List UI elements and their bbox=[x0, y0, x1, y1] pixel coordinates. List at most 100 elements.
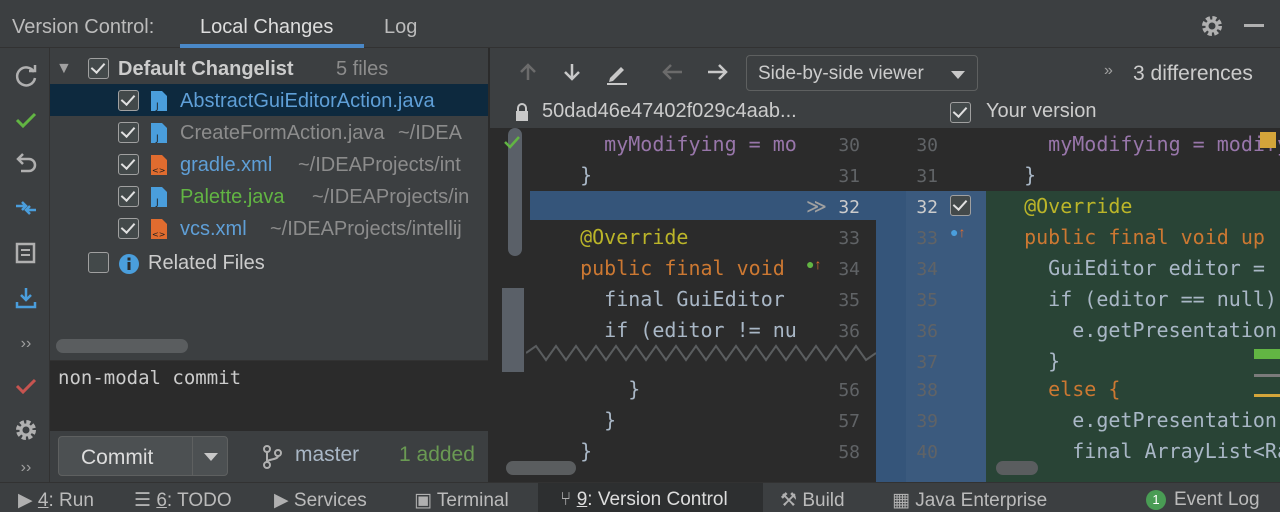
related-files-checkbox[interactable] bbox=[88, 252, 109, 273]
line-number: 57 bbox=[838, 411, 860, 432]
file-checkbox[interactable] bbox=[118, 90, 139, 111]
line-number: 35 bbox=[838, 290, 860, 311]
tab-log[interactable]: Log bbox=[384, 16, 417, 39]
code-line: final GuiEditor bbox=[556, 287, 797, 311]
refresh-icon[interactable] bbox=[12, 62, 40, 90]
java-file-icon: J bbox=[151, 187, 167, 208]
file-name: gradle.xml bbox=[180, 154, 273, 176]
file-path: ~/IDEA bbox=[398, 122, 462, 144]
services-icon: ▶ bbox=[274, 490, 289, 511]
changelist-name: Default Changelist bbox=[118, 58, 294, 80]
line-number: 31 bbox=[916, 166, 938, 187]
file-name: Palette.java bbox=[180, 186, 285, 208]
update-icon[interactable] bbox=[12, 284, 40, 312]
java-file-icon: J bbox=[151, 123, 167, 144]
commit-message-icon[interactable] bbox=[12, 240, 40, 268]
tab-local-changes[interactable]: Local Changes bbox=[200, 16, 333, 39]
file-row[interactable]: <> vcs.xml ~/IDEAProjects/intellij bbox=[50, 212, 488, 244]
tool-terminal[interactable]: ▣ Terminal bbox=[414, 489, 509, 512]
fold-separator bbox=[526, 344, 876, 362]
arrow-down-icon[interactable] bbox=[560, 60, 584, 84]
tool-version-control[interactable]: ⑂ 9: Version Control bbox=[560, 489, 728, 511]
more-icon[interactable]: ›› bbox=[12, 454, 40, 482]
terminal-icon: ▣ bbox=[414, 490, 432, 511]
tool-build[interactable]: ⚒ Build bbox=[780, 489, 845, 512]
branch-icon: ⑂ bbox=[560, 489, 572, 510]
code-line: if (editor == null) bbox=[1000, 287, 1280, 311]
diff-arrows-icon[interactable] bbox=[12, 194, 40, 222]
changelist-checkbox[interactable] bbox=[88, 58, 109, 79]
tree-horizontal-scrollbar[interactable] bbox=[56, 339, 188, 353]
file-checkbox[interactable] bbox=[118, 154, 139, 175]
tool-todo[interactable]: ☰ 6: TODO bbox=[134, 489, 232, 512]
code-line: @Override bbox=[1000, 194, 1133, 218]
more-icon[interactable]: ›› bbox=[12, 330, 40, 358]
code-line: public final void up bbox=[1000, 225, 1265, 249]
viewer-mode-label: Side-by-side viewer bbox=[758, 63, 924, 84]
right-horizontal-scrollbar[interactable] bbox=[996, 461, 1038, 475]
code-line: GuiEditor editor = bbox=[1000, 256, 1277, 280]
file-row[interactable]: <> gradle.xml ~/IDEAProjects/int bbox=[50, 148, 488, 180]
event-log-badge: 1 bbox=[1146, 490, 1166, 510]
java-file-icon: J bbox=[151, 91, 167, 112]
svg-text:<>: <> bbox=[152, 230, 165, 239]
warning-marker[interactable] bbox=[1260, 132, 1276, 148]
tool-window-bar: ▶ 4: Run ☰ 6: TODO ▶ Services ▣ Terminal… bbox=[0, 482, 1280, 512]
branch-name[interactable]: master bbox=[295, 443, 359, 467]
commit-message-input[interactable]: non-modal commit bbox=[50, 361, 488, 431]
line-number: 38 bbox=[916, 380, 938, 401]
gear-icon[interactable] bbox=[12, 416, 40, 444]
xml-file-icon: <> bbox=[151, 155, 167, 175]
check-icon[interactable] bbox=[12, 106, 40, 134]
code-line: } bbox=[556, 377, 641, 401]
line-number: 32 bbox=[916, 197, 938, 218]
related-files-row[interactable]: Related Files bbox=[50, 246, 488, 278]
tool-run[interactable]: ▶ 4: Run bbox=[18, 489, 94, 512]
file-name: CreateFormAction.java bbox=[180, 122, 385, 144]
gear-icon[interactable] bbox=[1199, 13, 1225, 39]
viewer-mode-select[interactable]: Side-by-side viewer bbox=[746, 55, 978, 91]
code-line: } bbox=[556, 163, 593, 187]
svg-text:<>: <> bbox=[152, 166, 165, 175]
expand-triangle-icon[interactable]: ▼ bbox=[56, 60, 72, 78]
file-checkbox[interactable] bbox=[118, 186, 139, 207]
line-number: 40 bbox=[916, 442, 938, 463]
line-number: 35 bbox=[916, 290, 938, 311]
commit-button[interactable]: Commit bbox=[58, 436, 228, 476]
changelist-row[interactable]: ▼ Default Changelist 5 files bbox=[50, 52, 488, 84]
include-change-checkbox[interactable] bbox=[950, 195, 971, 216]
code-line: if (editor != nu bbox=[556, 318, 797, 342]
edit-icon[interactable] bbox=[604, 60, 630, 86]
left-horizontal-scrollbar[interactable] bbox=[506, 461, 576, 475]
commit-dropdown-icon[interactable] bbox=[192, 437, 228, 475]
rollback-icon[interactable] bbox=[12, 150, 40, 178]
expand-icon[interactable]: » bbox=[1104, 62, 1113, 80]
svg-text:J: J bbox=[155, 102, 159, 112]
file-path: ~/IDEAProjects/int bbox=[298, 154, 461, 176]
file-row[interactable]: J CreateFormAction.java ~/IDEA bbox=[50, 116, 488, 148]
tool-window-title: Version Control: bbox=[12, 16, 155, 38]
info-icon bbox=[119, 254, 139, 274]
file-row[interactable]: J AbstractGuiEditorAction.java bbox=[50, 84, 488, 116]
tool-services[interactable]: ▶ Services bbox=[274, 489, 367, 512]
run-icon: ▶ bbox=[18, 490, 33, 511]
branch-icon bbox=[263, 445, 282, 469]
tool-window-header: Version Control: Local Changes Log bbox=[0, 0, 1280, 48]
minimize-icon[interactable] bbox=[1244, 24, 1264, 27]
arrow-up-icon[interactable] bbox=[516, 60, 540, 84]
code-line: } bbox=[1000, 349, 1061, 373]
file-checkbox[interactable] bbox=[118, 218, 139, 239]
commit-check-icon[interactable] bbox=[12, 372, 40, 400]
file-row[interactable]: J Palette.java ~/IDEAProjects/in bbox=[50, 180, 488, 212]
commit-panel: non-modal commit Commit master 1 added bbox=[50, 360, 488, 482]
xml-file-icon: <> bbox=[151, 219, 167, 239]
apply-change-icon[interactable]: ≫ bbox=[806, 194, 827, 219]
file-checkbox[interactable] bbox=[118, 122, 139, 143]
arrow-right-icon[interactable] bbox=[704, 60, 730, 84]
todo-icon: ☰ bbox=[134, 490, 152, 511]
changed-line-left bbox=[530, 191, 776, 220]
your-version-checkbox[interactable] bbox=[950, 102, 971, 123]
tool-event-log[interactable]: Event Log bbox=[1174, 489, 1260, 511]
arrow-left-icon[interactable] bbox=[660, 60, 686, 84]
tool-java-enterprise[interactable]: ▦ Java Enterprise bbox=[892, 489, 1047, 512]
